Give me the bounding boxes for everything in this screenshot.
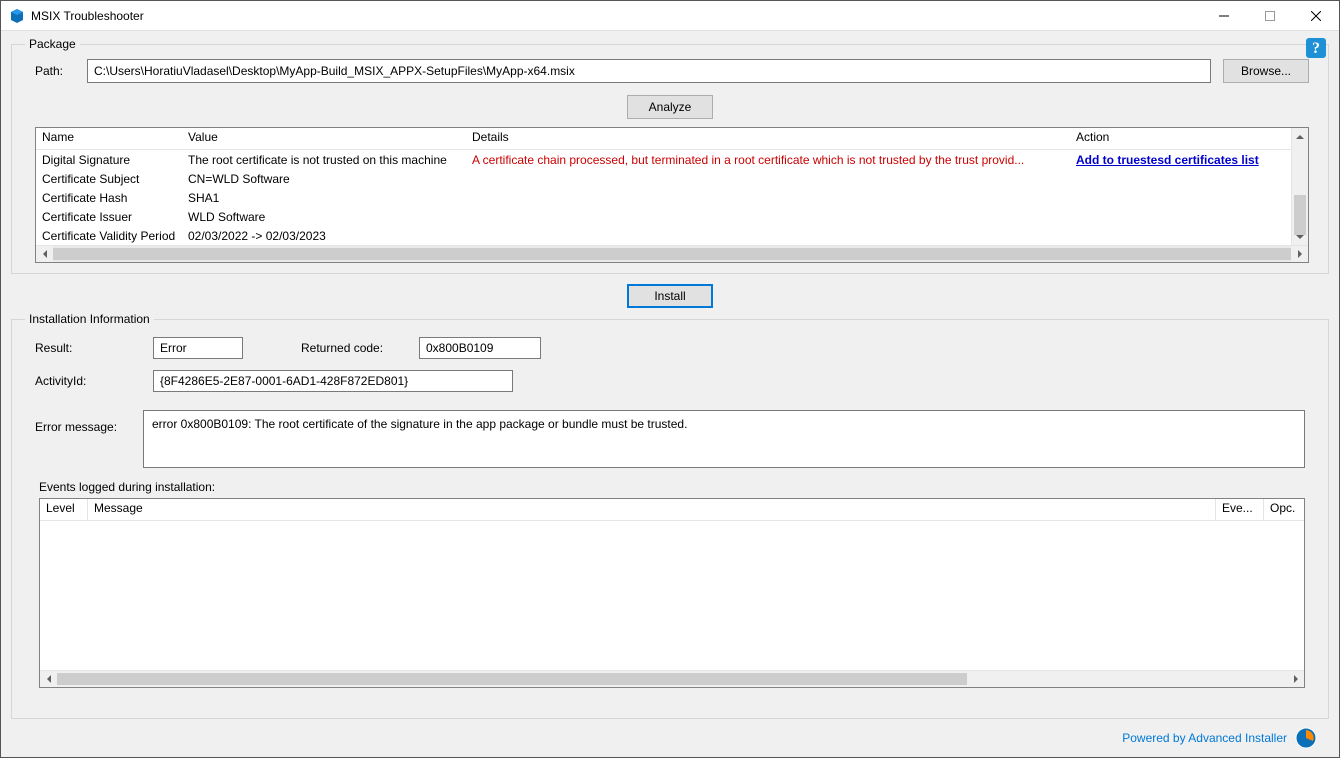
cell-details [466, 215, 1070, 219]
main-window: MSIX Troubleshooter ? [0, 0, 1340, 758]
minimize-button[interactable] [1201, 1, 1247, 30]
help-icon[interactable]: ? [1305, 37, 1327, 59]
table-row[interactable]: Digital SignatureThe root certificate is… [36, 150, 1291, 169]
error-message-value: error 0x800B0109: The root certificate o… [143, 410, 1305, 468]
hscroll-thumb[interactable] [53, 248, 1291, 260]
footer: Powered by Advanced Installer [11, 727, 1329, 753]
activity-value: {8F4286E5-2E87-0001-6AD1-428F872ED801} [153, 370, 513, 392]
events-hscrollbar[interactable] [40, 670, 1304, 687]
svg-text:?: ? [1312, 40, 1320, 57]
analysis-table-header: Name Value Details Action [36, 128, 1291, 150]
table-row[interactable]: Certificate Validity Period02/03/2022 ->… [36, 226, 1291, 245]
scroll-right-icon[interactable] [1291, 246, 1308, 262]
returned-code-label: Returned code: [301, 341, 401, 355]
analysis-table: Name Value Details Action Digital Signat… [35, 127, 1309, 263]
titlebar: MSIX Troubleshooter [1, 1, 1339, 31]
cell-value: WLD Software [182, 208, 466, 226]
cell-value: 02/03/2022 -> 02/03/2023 [182, 227, 466, 245]
cell-value: SHA1 [182, 189, 466, 207]
col-level-header[interactable]: Level [40, 499, 88, 520]
table-row[interactable]: Certificate SubjectCN=WLD Software [36, 169, 1291, 188]
app-icon [9, 8, 25, 24]
events-table-header: Level Message Eve... Opc. [40, 499, 1304, 521]
analyze-button[interactable]: Analyze [627, 95, 713, 119]
browse-button[interactable]: Browse... [1223, 59, 1309, 83]
cell-action [1070, 215, 1291, 219]
table-row[interactable]: Certificate IssuerWLD Software [36, 207, 1291, 226]
col-value-header[interactable]: Value [182, 128, 466, 149]
cell-action [1070, 196, 1291, 200]
scroll-left-icon[interactable] [36, 246, 53, 262]
analysis-vscrollbar[interactable] [1291, 128, 1308, 245]
cell-value: CN=WLD Software [182, 170, 466, 188]
client-area: ? Package Path: Browse... Analyze Name V… [1, 31, 1339, 757]
cell-action: Add to truestesd certificates list [1070, 151, 1291, 169]
activity-label: ActivityId: [35, 374, 135, 388]
cell-action [1070, 234, 1291, 238]
window-title: MSIX Troubleshooter [31, 9, 144, 23]
scroll-up-icon[interactable] [1292, 128, 1308, 145]
cell-details: A certificate chain processed, but termi… [466, 151, 1070, 169]
cell-name: Certificate Subject [36, 170, 182, 188]
col-opcode-header[interactable]: Opc. [1264, 499, 1304, 520]
analysis-hscrollbar[interactable] [36, 245, 1308, 262]
cell-name: Certificate Issuer [36, 208, 182, 226]
col-details-header[interactable]: Details [466, 128, 1070, 149]
cell-name: Certificate Hash [36, 189, 182, 207]
col-event-header[interactable]: Eve... [1216, 499, 1264, 520]
col-action-header[interactable]: Action [1070, 128, 1291, 149]
events-label: Events logged during installation: [39, 480, 1305, 494]
advanced-installer-logo-icon [1295, 727, 1317, 749]
cell-details [466, 177, 1070, 181]
table-row[interactable]: Certificate HashSHA1 [36, 188, 1291, 207]
events-scroll-right-icon[interactable] [1287, 671, 1304, 687]
vscroll-thumb[interactable] [1294, 195, 1306, 235]
events-table: Level Message Eve... Opc. [39, 498, 1305, 688]
window-controls [1201, 1, 1339, 30]
package-group: Package Path: Browse... Analyze Name Val… [11, 37, 1329, 274]
events-hscroll-thumb[interactable] [57, 673, 967, 685]
path-input[interactable] [87, 59, 1211, 83]
cell-name: Certificate Validity Period [36, 227, 182, 245]
events-scroll-left-icon[interactable] [40, 671, 57, 687]
cell-name: Digital Signature [36, 151, 182, 169]
package-legend: Package [25, 37, 80, 51]
result-label: Result: [35, 341, 135, 355]
events-body [40, 521, 1304, 670]
installation-legend: Installation Information [25, 312, 154, 326]
col-name-header[interactable]: Name [36, 128, 182, 149]
cell-action [1070, 177, 1291, 181]
close-button[interactable] [1293, 1, 1339, 30]
maximize-button[interactable] [1247, 1, 1293, 30]
result-value: Error [153, 337, 243, 359]
install-button[interactable]: Install [627, 284, 713, 308]
powered-by-link[interactable]: Powered by Advanced Installer [1122, 731, 1287, 745]
returned-code-value: 0x800B0109 [419, 337, 541, 359]
add-to-trusted-certificates-link[interactable]: Add to truestesd certificates list [1076, 153, 1259, 167]
cell-details [466, 196, 1070, 200]
error-label: Error message: [35, 410, 125, 434]
path-label: Path: [35, 64, 75, 78]
cell-value: The root certificate is not trusted on t… [182, 151, 466, 169]
col-message-header[interactable]: Message [88, 499, 1216, 520]
installation-group: Installation Information Result: Error R… [11, 312, 1329, 719]
cell-details [466, 234, 1070, 238]
